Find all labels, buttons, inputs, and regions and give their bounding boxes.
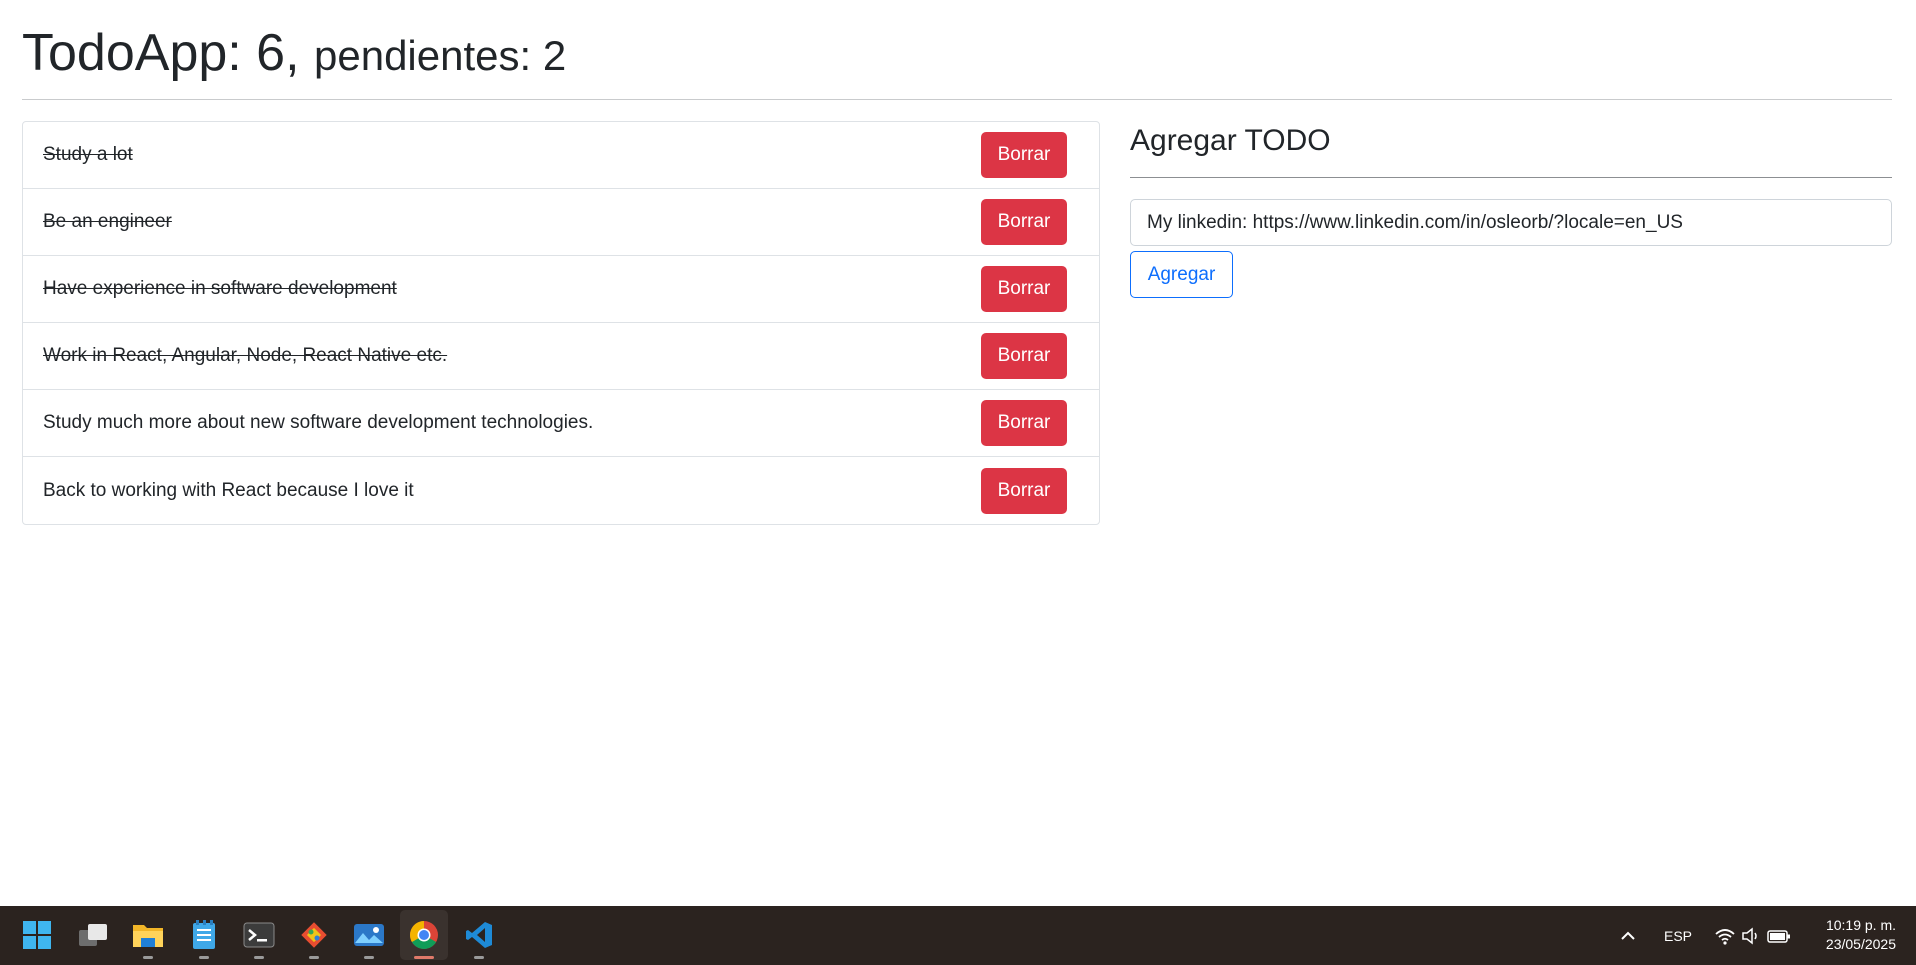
git-icon	[301, 922, 327, 948]
clock-date: 23/05/2025	[1825, 936, 1896, 952]
chrome-button[interactable]	[400, 910, 448, 960]
todo-list: Study a lot Borrar Be an engineer Borrar…	[22, 121, 1100, 525]
task-view-icon	[79, 924, 107, 946]
add-button[interactable]: Agregar	[1130, 251, 1233, 298]
delete-button[interactable]: Borrar	[981, 199, 1067, 245]
terminal-icon	[243, 922, 275, 948]
delete-button[interactable]: Borrar	[981, 132, 1067, 178]
windows-taskbar: ESP 10:19 p. m. 23/05/2025	[0, 906, 1916, 965]
clock[interactable]: 10:19 p. m. 23/05/2025	[1812, 916, 1896, 954]
wifi-icon	[1715, 928, 1735, 945]
delete-button[interactable]: Borrar	[981, 467, 1067, 514]
vscode-button[interactable]	[455, 910, 503, 960]
running-indicator	[199, 956, 209, 959]
todo-item-text[interactable]: Work in React, Angular, Node, React Nati…	[43, 344, 447, 368]
running-indicator	[414, 956, 434, 959]
running-indicator	[309, 956, 319, 959]
delete-button[interactable]: Borrar	[981, 266, 1067, 312]
todo-item: Back to working with React because I lov…	[23, 457, 1099, 524]
chevron-up-icon	[1621, 931, 1635, 940]
title-pending-count: pendientes: 2	[314, 32, 567, 79]
title-divider	[22, 99, 1892, 100]
running-indicator	[474, 956, 484, 959]
photos-button[interactable]	[345, 910, 393, 960]
battery-icon	[1767, 929, 1790, 943]
running-indicator	[364, 956, 374, 959]
add-todo-title: Agregar TODO	[1130, 124, 1331, 157]
running-indicator	[254, 956, 264, 959]
network-volume-battery[interactable]	[1714, 906, 1792, 965]
chrome-icon	[410, 921, 438, 949]
task-view-button[interactable]	[69, 910, 117, 960]
notepad-icon	[193, 920, 215, 949]
git-button[interactable]	[290, 910, 338, 960]
start-button[interactable]	[13, 910, 61, 960]
todo-item: Study much more about new software devel…	[23, 390, 1099, 457]
running-indicator	[143, 956, 153, 959]
todo-item: Study a lot Borrar	[23, 122, 1099, 189]
language-indicator[interactable]: ESP	[1664, 906, 1692, 965]
todo-app-page: TodoApp: 6, pendientes: 2 Study a lot Bo…	[0, 0, 1916, 906]
todo-input[interactable]	[1130, 199, 1892, 246]
todo-item-text[interactable]: Back to working with React because I lov…	[43, 479, 414, 503]
title-main: TodoApp: 6,	[22, 24, 314, 82]
file-explorer-button[interactable]	[124, 910, 172, 960]
file-explorer-icon	[133, 925, 163, 947]
todo-item-text[interactable]: Be an engineer	[43, 210, 172, 234]
todo-item: Have experience in software development …	[23, 256, 1099, 323]
todo-item-text[interactable]: Study a lot	[43, 143, 133, 167]
page-title: TodoApp: 6, pendientes: 2	[22, 22, 566, 87]
todo-item: Be an engineer Borrar	[23, 189, 1099, 256]
add-todo-divider	[1130, 177, 1892, 178]
photos-icon	[354, 924, 384, 946]
show-hidden-icons-button[interactable]	[1618, 906, 1638, 965]
vscode-icon	[466, 922, 492, 948]
delete-button[interactable]: Borrar	[981, 333, 1067, 379]
todo-item: Work in React, Angular, Node, React Nati…	[23, 323, 1099, 390]
start-windows-icon	[23, 921, 51, 949]
terminal-button[interactable]	[235, 910, 283, 960]
delete-button[interactable]: Borrar	[981, 400, 1067, 446]
todo-item-text[interactable]: Have experience in software development	[43, 277, 397, 301]
todo-item-text[interactable]: Study much more about new software devel…	[43, 411, 593, 435]
volume-icon	[1742, 926, 1757, 945]
notepad-button[interactable]	[180, 910, 228, 960]
clock-time: 10:19 p. m.	[1825, 917, 1896, 933]
